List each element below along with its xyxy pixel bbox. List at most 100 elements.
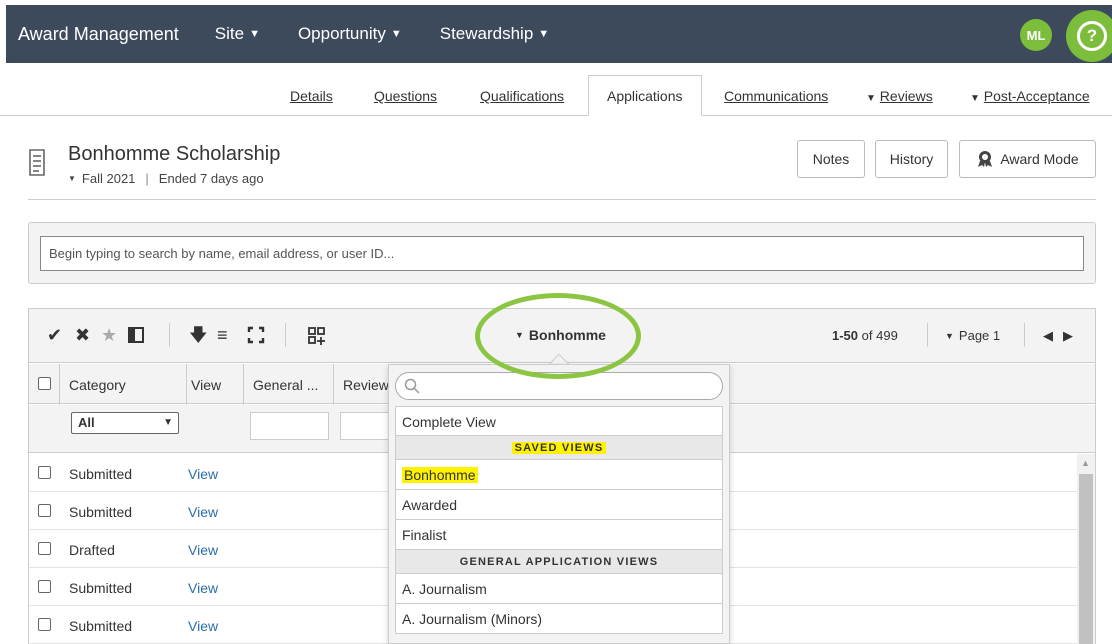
page-title: Bonhomme Scholarship [68,143,281,165]
applicant-search-input[interactable] [40,236,1084,271]
row-view-link[interactable]: View [188,504,218,520]
row-view-link[interactable]: View [188,466,218,482]
user-avatar[interactable]: ML [1020,19,1052,51]
checkmark-icon[interactable]: ✔ [47,325,62,345]
page-selector[interactable]: ▼ Page 1 [945,328,1000,343]
help-icon: ? [1077,21,1107,51]
pager-range-value: 1-50 [832,328,859,343]
column-panel-icon[interactable] [127,326,145,344]
view-dropdown: Complete View SAVED VIEWS Bonhomme Award… [388,364,730,644]
opportunity-status: Ended 7 days ago [158,171,264,186]
general-filter-input[interactable] [250,412,329,440]
category-filter-value: All [78,415,95,430]
tab-questions[interactable]: Questions [374,88,437,104]
category-filter-select[interactable]: All ▼ [71,412,179,434]
next-page-icon[interactable]: ▶ [1063,328,1073,344]
row-view-link[interactable]: View [188,580,218,596]
award-ribbon-icon [978,151,993,167]
row-view-link[interactable]: View [188,618,218,634]
row-checkbox[interactable] [38,504,51,517]
caret-down-icon: ▼ [249,28,260,40]
pager-arrows: ◀ ▶ [1043,328,1073,344]
term-selector[interactable]: Fall 2021 [82,171,135,186]
toolbar-divider [1024,323,1025,347]
toolbar-divider [169,323,170,347]
row-checkbox[interactable] [38,580,51,593]
nav-opportunity-label: Opportunity [297,24,386,43]
toolbar-divider [927,323,928,347]
caret-down-icon: ▼ [390,28,402,40]
column-header-category[interactable]: Category [69,377,126,393]
row-category: Submitted [69,618,133,634]
search-panel [28,222,1096,284]
add-grid-icon[interactable] [307,326,327,346]
row-checkbox[interactable] [38,542,51,555]
list-icon[interactable]: ≡ [217,325,228,345]
caret-down-icon: ▼ [970,93,980,104]
pager-total: of 499 [861,328,898,343]
top-nav-bar: Award Management Site ▼ Opportunity ▼ St… [6,5,1112,63]
highlight-annotation-circle [475,293,641,379]
row-category: Submitted [69,504,133,520]
nav-opportunity-menu[interactable]: Opportunity ▼ [298,24,402,44]
select-all-checkbox[interactable] [38,377,51,390]
view-option-bonhomme[interactable]: Bonhomme [395,460,723,490]
view-option-complete[interactable]: Complete View [395,406,723,436]
column-header-view[interactable]: View [191,377,221,393]
tab-reviews[interactable]: ▼ Reviews [866,88,933,104]
row-checkbox[interactable] [38,466,51,479]
page-label: Page 1 [958,328,1001,343]
scroll-up-icon[interactable]: ▲ [1081,458,1090,468]
caret-down-icon: ▼ [538,28,550,40]
tab-details[interactable]: Details [290,88,333,104]
history-button[interactable]: History [875,140,948,178]
tab-communications[interactable]: Communications [724,88,828,104]
nav-site-label: Site [214,24,245,43]
column-header-review[interactable]: Review [343,377,389,393]
row-category: Drafted [69,542,115,558]
view-option-label: Bonhomme [402,467,478,483]
row-view-link[interactable]: View [188,542,218,558]
help-button[interactable]: ? [1066,10,1112,62]
header-divider [28,199,1096,200]
view-option-journalism-minors[interactable]: A. Journalism (Minors) [395,604,723,634]
view-option-journalism[interactable]: A. Journalism [395,574,723,604]
row-checkbox[interactable] [38,618,51,631]
tab-qualifications[interactable]: Qualifications [480,88,564,104]
grid-scrollbar[interactable]: ▲ [1077,454,1095,644]
nav-stewardship-menu[interactable]: Stewardship ▼ [440,24,549,44]
view-option-awarded[interactable]: Awarded [395,490,723,520]
star-icon[interactable]: ★ [101,325,117,345]
previous-page-icon[interactable]: ◀ [1043,328,1053,344]
caret-down-icon: ▼ [945,330,954,341]
download-arrow-icon[interactable]: 🡇 [189,325,208,345]
notes-button[interactable]: Notes [797,140,865,178]
close-icon[interactable]: ✖ [75,325,90,345]
pager-range: 1-50 of 499 [832,328,898,343]
tab-post-acceptance[interactable]: ▼ Post-Acceptance [970,88,1090,104]
saved-views-header: SAVED VIEWS [395,436,723,460]
chevron-down-icon: ▼ [163,417,173,428]
saved-views-header-label: SAVED VIEWS [511,442,607,454]
award-mode-button[interactable]: Award Mode [959,140,1096,178]
opportunity-tabs: Details Questions Qualifications Applica… [0,75,1112,116]
caret-down-icon: ▼ [866,93,876,104]
tab-reviews-label: Reviews [879,88,933,104]
award-mode-label: Award Mode [1000,151,1079,167]
nav-stewardship-label: Stewardship [439,24,534,43]
tab-post-acceptance-label: Post-Acceptance [983,88,1090,104]
scrollbar-thumb[interactable] [1079,474,1093,644]
view-option-finalist[interactable]: Finalist [395,520,723,550]
page-subtitle: ▼ Fall 2021 | Ended 7 days ago [68,171,264,186]
column-header-general[interactable]: General ... [253,377,318,393]
search-icon [404,378,420,394]
toolbar-divider [285,323,286,347]
general-views-header: GENERAL APPLICATION VIEWS [395,550,723,574]
caret-down-icon[interactable]: ▼ [68,174,76,183]
app-brand[interactable]: Award Management [18,24,179,45]
expand-icon[interactable] [247,326,265,344]
subtitle-separator: | [145,171,149,186]
row-category: Submitted [69,580,133,596]
tab-applications[interactable]: Applications [588,75,702,116]
nav-site-menu[interactable]: Site ▼ [215,24,260,44]
